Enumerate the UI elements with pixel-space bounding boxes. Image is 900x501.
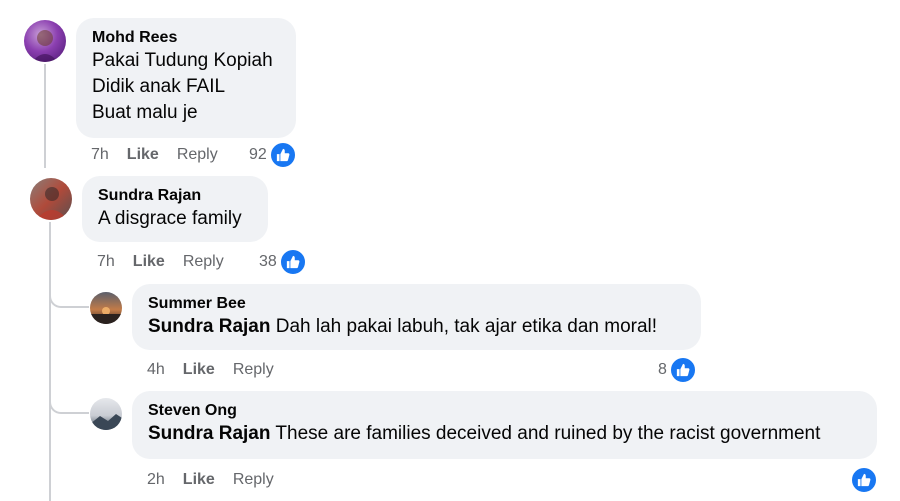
like-button[interactable]: Like: [127, 146, 159, 164]
avatar[interactable]: [24, 20, 66, 62]
avatar[interactable]: [90, 398, 122, 430]
reaction-count[interactable]: 92: [249, 141, 297, 169]
reaction-count[interactable]: [848, 466, 878, 494]
comment-actions: 7h Like Reply: [97, 251, 242, 273]
comment-text-body: Dah lah pakai labuh, tak ajar etika dan …: [270, 316, 658, 337]
comment-author[interactable]: Mohd Rees: [92, 28, 280, 48]
comment-time[interactable]: 7h: [91, 146, 109, 164]
avatar-sunset-icon: [90, 307, 122, 324]
thread-line-1: [44, 64, 46, 168]
comment-text: Sundra Rajan These are families deceived…: [148, 421, 861, 447]
mention-link[interactable]: Sundra Rajan: [148, 423, 270, 444]
reply-button[interactable]: Reply: [233, 471, 274, 489]
avatar[interactable]: [30, 178, 72, 220]
comment-bubble: Steven Ong Sundra Rajan These are famili…: [132, 391, 877, 459]
thumbs-up-icon: [278, 248, 307, 276]
reaction-count[interactable]: 38: [259, 248, 307, 276]
avatar-portrait-icon: [32, 30, 58, 62]
reply-button[interactable]: Reply: [233, 361, 274, 379]
thumbs-up-icon: [850, 466, 878, 494]
reaction-number: 92: [249, 146, 267, 163]
comment-actions: 2h Like Reply: [147, 469, 292, 491]
comment-time[interactable]: 4h: [147, 361, 165, 379]
reaction-count[interactable]: 8: [658, 356, 697, 384]
avatar-landscape-icon: [90, 414, 122, 430]
comment-text-line: A disgrace family: [98, 208, 242, 229]
thumbs-up-icon: [268, 141, 297, 169]
reply-button[interactable]: Reply: [177, 146, 218, 164]
mention-link[interactable]: Sundra Rajan: [148, 316, 270, 337]
comment-bubble: Mohd Rees Pakai Tudung Kopiah Didik anak…: [76, 18, 296, 138]
avatar[interactable]: [90, 292, 122, 324]
comment-text-line: Buat malu je: [92, 102, 198, 123]
reaction-number: 38: [259, 253, 277, 270]
thumbs-up-icon: [668, 356, 697, 384]
comment-author[interactable]: Sundra Rajan: [98, 186, 252, 206]
comment-time[interactable]: 2h: [147, 471, 165, 489]
thread-line-2: [49, 222, 51, 501]
like-button[interactable]: Like: [133, 253, 165, 271]
comment-time[interactable]: 7h: [97, 253, 115, 271]
comment-actions: 7h Like Reply: [91, 144, 236, 166]
comment-actions: 4h Like Reply: [147, 359, 292, 381]
like-button[interactable]: Like: [183, 471, 215, 489]
comment-bubble: Sundra Rajan A disgrace family: [82, 176, 268, 242]
reply-button[interactable]: Reply: [183, 253, 224, 271]
comment-author[interactable]: Steven Ong: [148, 401, 861, 421]
thread-branch-1: [49, 290, 89, 308]
comment-author[interactable]: Summer Bee: [148, 294, 685, 314]
comment-text-line: Pakai Tudung Kopiah: [92, 50, 273, 71]
reaction-number: 8: [658, 361, 667, 378]
comment-text: Sundra Rajan Dah lah pakai labuh, tak aj…: [148, 314, 685, 340]
thread-branch-2: [49, 396, 89, 414]
comment-bubble: Summer Bee Sundra Rajan Dah lah pakai la…: [132, 284, 701, 350]
like-button[interactable]: Like: [183, 361, 215, 379]
comment-text-body: These are families deceived and ruined b…: [270, 423, 821, 444]
avatar-portrait-icon: [36, 187, 68, 220]
comment-text-line: Didik anak FAIL: [92, 76, 226, 97]
